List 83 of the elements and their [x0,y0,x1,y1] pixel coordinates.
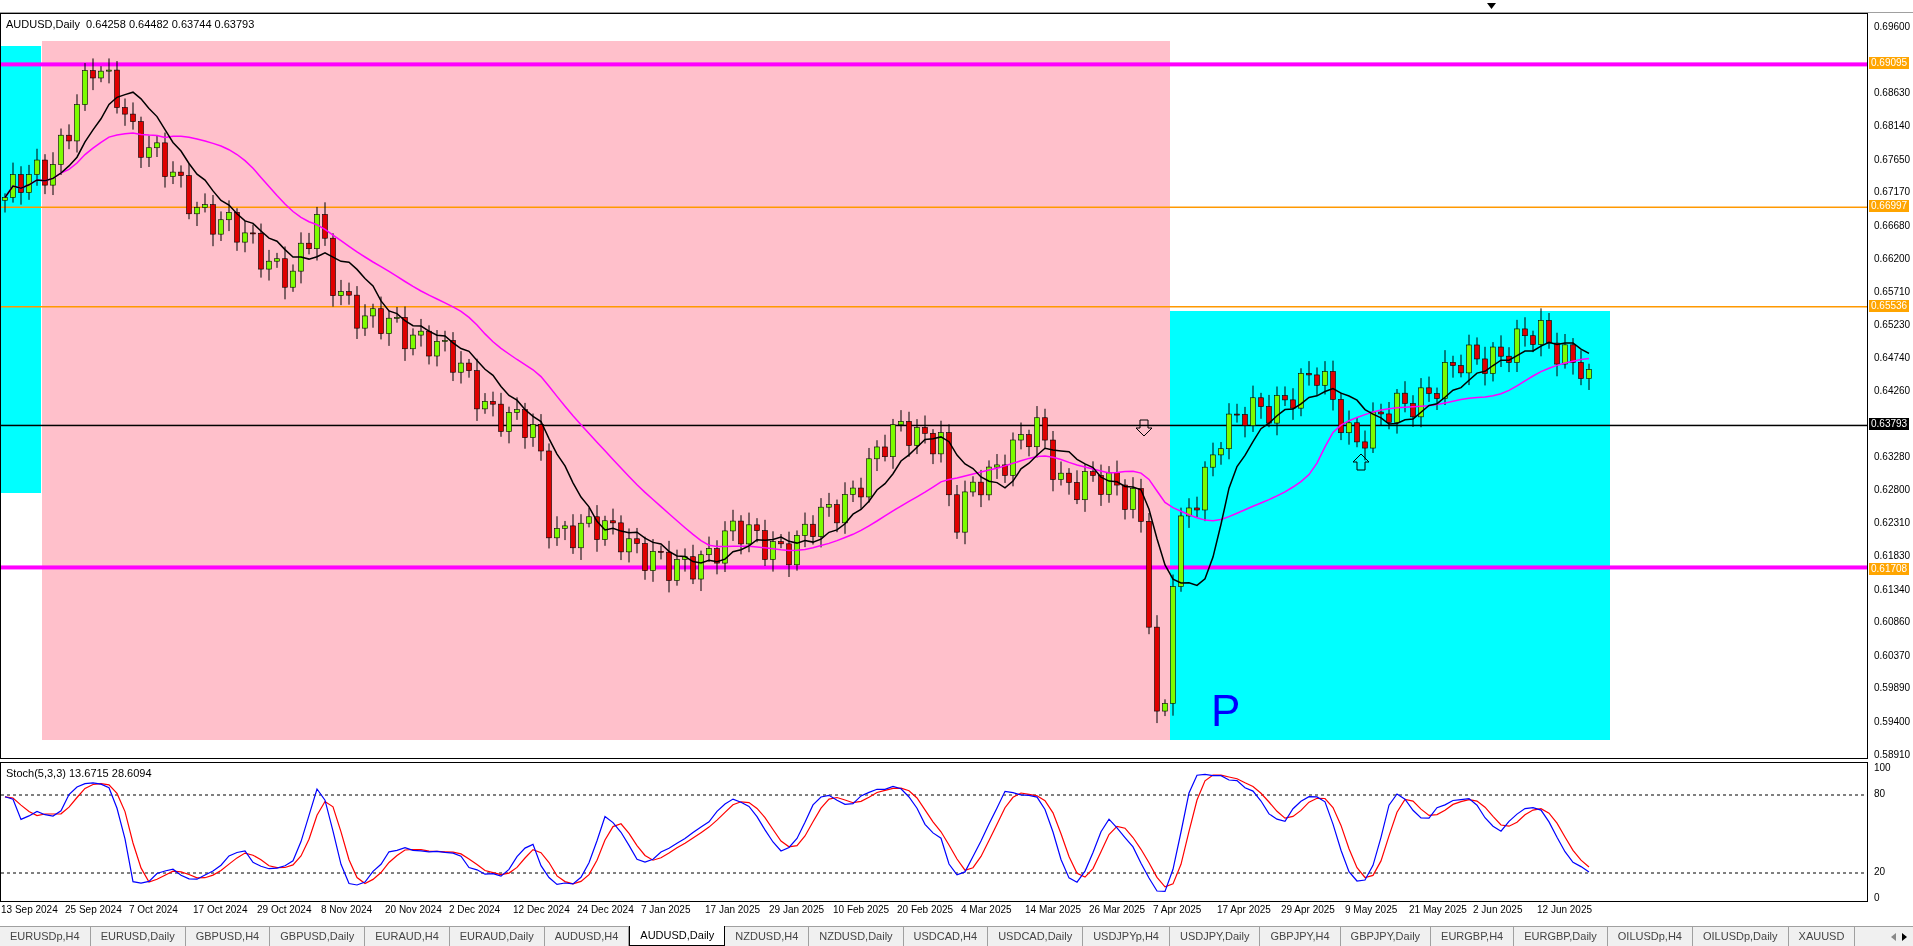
price-axis-label: 0.68140 [1874,121,1911,132]
date-axis-label: 13 Sep 2024 [1,905,58,915]
chart-tab[interactable]: GBPJPY,Daily [1340,927,1432,946]
date-axis-label: 12 Dec 2024 [513,905,570,915]
indicator-axis-label: 20 [1874,867,1886,877]
chart-title: AUDUSD,Daily 0.64258 0.64482 0.63744 0.63793 [6,17,255,32]
scroll-right-icon[interactable] [1902,932,1907,941]
scroll-left-icon[interactable] [1891,932,1896,941]
price-axis-label: 0.60860 [1874,617,1911,628]
price-axis-label: 0.64740 [1874,352,1911,363]
price-axis-label: 0.67650 [1874,154,1911,165]
date-axis-label: 7 Jan 2025 [641,905,691,915]
date-axis-label: 20 Nov 2024 [385,905,442,915]
date-axis-label: 9 May 2025 [1345,905,1398,915]
price-axis-label: 0.69600 [1874,22,1911,32]
indicator-axis-label: 0 [1874,893,1880,903]
chart-tab[interactable]: OILUSDp,Daily [1693,927,1789,946]
chart-tab[interactable]: EURGBP,Daily [1514,927,1608,946]
date-axis-label: 4 Mar 2025 [961,905,1012,915]
zone-letter: P [1211,689,1241,733]
date-axis-label: 12 Jun 2025 [1537,905,1593,915]
chart-tab[interactable]: NZDUSD,Daily [809,927,904,946]
price-level-label: 0.66997 [1869,200,1910,213]
date-axis-label: 10 Feb 2025 [833,905,890,915]
chart-tab[interactable]: GBPJPY,H4 [1260,927,1341,946]
date-axis-label: 2 Jun 2025 [1473,905,1523,915]
price-level-label: 0.65536 [1869,299,1910,312]
date-axis-label: 29 Jan 2025 [769,905,825,915]
chart-tab[interactable]: USDCAD,H4 [903,927,989,946]
indicator-axis-label: 100 [1874,763,1891,773]
chart-tab[interactable]: EURAUD,Daily [449,927,545,946]
chart-tab[interactable]: USDCAD,Daily [988,927,1084,946]
chart-tab[interactable]: EURUSD,Daily [90,927,186,946]
chart-tab[interactable]: GBPUSD,H4 [185,927,271,946]
price-axis-label: 0.63280 [1874,452,1911,463]
price-axis-label: 0.68630 [1874,88,1911,99]
price-axis-label: 0.65230 [1874,319,1911,330]
date-axis-label: 7 Apr 2025 [1153,905,1202,915]
price-axis-label: 0.59890 [1874,683,1911,694]
date-axis-label: 29 Apr 2025 [1281,905,1335,915]
chart-tab[interactable]: USDJPYp,H4 [1083,927,1170,946]
indicator-title: Stoch(5,3,3) 13.6715 28.6094 [6,766,152,781]
price-axis-label: 0.61830 [1874,551,1911,562]
date-axis-label: 17 Apr 2025 [1217,905,1271,915]
date-axis-label: 7 Oct 2024 [129,905,178,915]
chart-tab[interactable]: XAUUSD [1788,927,1856,946]
date-axis-label: 2 Dec 2024 [449,905,501,915]
price-axis-label: 0.64260 [1874,385,1911,396]
date-axis-label: 17 Jan 2025 [705,905,761,915]
down-arrow-icon [1135,419,1153,437]
price-axis-label: 0.61340 [1874,584,1911,595]
chart-tab[interactable]: OILUSDp,H4 [1607,927,1693,946]
chart-tab[interactable]: EURGBP,H4 [1431,927,1515,946]
price-axis-label: 0.58910 [1874,750,1911,760]
date-axis-label: 8 Nov 2024 [321,905,373,915]
date-axis-label: 26 Mar 2025 [1089,905,1146,915]
price-axis-label: 0.60370 [1874,650,1911,661]
chart-tab[interactable]: EURAUD,H4 [365,927,450,946]
date-axis-label: 29 Oct 2024 [257,905,312,915]
indicator-axis-label: 80 [1874,789,1886,799]
price-axis-label: 0.62800 [1874,485,1911,496]
shift-marker-icon[interactable] [1487,3,1496,9]
date-axis-label: 21 May 2025 [1409,905,1467,915]
price-level-label: 0.69095 [1869,57,1910,70]
price-axis-label: 0.65710 [1874,286,1911,297]
chart-tab[interactable]: AUDUSD,Daily [629,926,726,946]
date-axis-label: 25 Sep 2024 [65,905,122,915]
price-level-label: 0.63793 [1869,418,1910,431]
chart-tab[interactable]: GBPUSD,Daily [270,927,366,946]
price-axis-label: 0.66680 [1874,220,1911,231]
price-level-label: 0.61708 [1869,563,1910,576]
date-axis-label: 24 Dec 2024 [577,905,634,915]
chart-tab[interactable]: EURUSDp,H4 [0,927,91,946]
date-axis-label: 14 Mar 2025 [1025,905,1082,915]
chart-tab[interactable]: USDJPY,Daily [1169,927,1261,946]
date-axis-label: 20 Feb 2025 [897,905,954,915]
price-axis-label: 0.66200 [1874,253,1911,264]
date-axis-label: 17 Oct 2024 [193,905,248,915]
price-axis-label: 0.59400 [1874,716,1911,727]
chart-tab[interactable]: NZDUSD,H4 [725,927,810,946]
price-axis-label: 0.62310 [1874,518,1911,529]
price-axis-label: 0.67170 [1874,187,1911,198]
up-arrow-icon [1352,453,1370,471]
